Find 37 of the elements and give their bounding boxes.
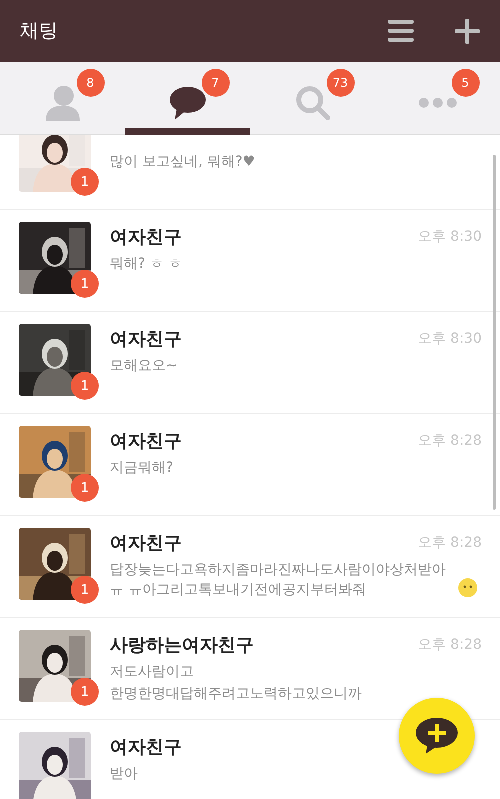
chat-name: 여자친구 (110, 328, 182, 351)
chat-name: 여자친구 (110, 736, 182, 759)
message-time: 오후 8:28 (418, 636, 482, 654)
add-icon[interactable] (455, 18, 480, 44)
person-icon (44, 85, 82, 121)
message-preview: 모해요오~ (110, 358, 178, 374)
message-time: 오후 8:28 (418, 432, 482, 450)
unread-badge: 1 (71, 576, 99, 604)
chat-name: 여자친구 (110, 226, 182, 249)
chat-name: 여자친구 (110, 532, 182, 555)
message-preview: 많이 보고싶네, 뭐해?♥ (110, 154, 256, 170)
message-preview: 저도사람이고 (110, 664, 194, 680)
unread-badge: 1 (71, 678, 99, 706)
chat-name: 사랑하는여자친구 (110, 634, 254, 657)
count-badge: 8 (76, 69, 104, 97)
message-preview: 한명한명대답해주려고노력하고있으니까 (110, 686, 362, 702)
message-preview: 뭐해? ㅎ ㅎ (110, 256, 182, 272)
speech-bubble-icon (168, 85, 206, 121)
message-preview: 받아 (110, 766, 138, 782)
unread-badge: 1 (71, 372, 99, 400)
message-time: 오후 8:28 (418, 534, 482, 552)
count-badge: 5 (452, 69, 480, 97)
chat-plus-icon (416, 718, 458, 754)
message-time: 오후 8:30 (418, 228, 482, 246)
unread-badge: 1 (71, 270, 99, 298)
message-preview: 지금뭐해? (110, 460, 174, 476)
more-icon (418, 98, 456, 108)
chat-name: 여자친구 (110, 430, 182, 453)
menu-icon[interactable] (388, 20, 414, 42)
count-badge: 73 (326, 69, 354, 97)
search-icon (294, 85, 332, 121)
unread-badge: 1 (71, 474, 99, 502)
message-time: 오후 8:30 (418, 330, 482, 348)
count-badge: 7 (202, 69, 230, 97)
message-preview: 답장늦는다고욕하지좀마라진짜나도사람이야상처받아ㅠ ㅠ아그리고톡보내기전에공지부터봐줘 (110, 561, 447, 600)
unread-badge: 1 (71, 168, 99, 196)
screen-title: 채팅 (20, 19, 59, 44)
